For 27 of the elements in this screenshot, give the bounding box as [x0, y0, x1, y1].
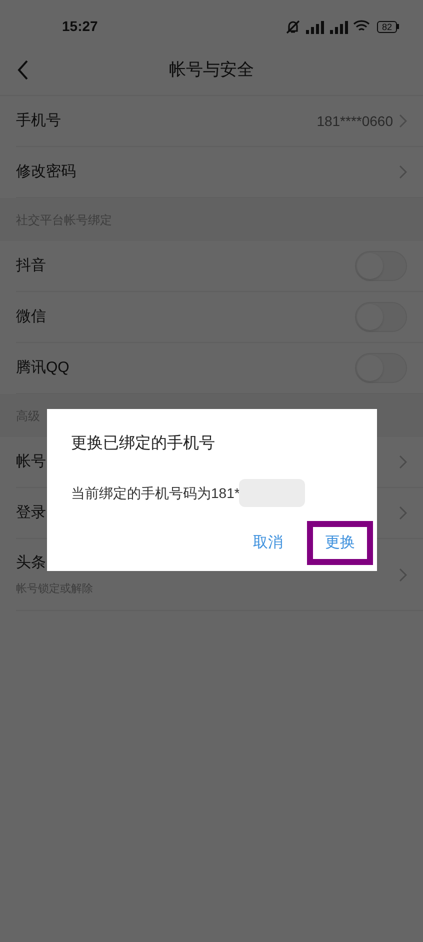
chevron-icon [399, 455, 407, 469]
row-label: 微信 [16, 306, 46, 327]
row-label: 修改密码 [16, 162, 76, 182]
row-label: 抖音 [16, 256, 46, 276]
signal-icon [304, 20, 325, 34]
dialog-title: 更换已绑定的手机号 [71, 434, 215, 454]
dialog-button[interactable]: 更换 [307, 521, 373, 565]
muted-bell-icon [284, 20, 301, 34]
wifi-icon [352, 20, 370, 33]
row-label: 手机号 [16, 110, 61, 131]
signal-icon [328, 20, 349, 34]
row-value: 181****0660 [316, 112, 393, 130]
dialog-message: 当前绑定的手机号码为181* [71, 484, 240, 502]
settings-row[interactable]: 微信 [16, 292, 423, 343]
status-time: 15:27 [62, 17, 98, 36]
settings-row[interactable]: 抖音 [16, 241, 423, 292]
chevron-icon [399, 568, 407, 582]
row-label: 登录 [16, 502, 46, 523]
page-title: 帐号与安全 [169, 59, 254, 82]
row-label: 帐号 [16, 452, 46, 472]
settings-row[interactable]: 手机号 181****0660 [16, 96, 423, 147]
row-label: 腾讯QQ [16, 358, 70, 378]
chevron-icon [399, 165, 407, 179]
chevron-icon [399, 114, 407, 128]
battery-indicator: 82 [376, 20, 397, 32]
row-label: 头条 [16, 553, 47, 573]
chevron-icon [399, 506, 407, 520]
